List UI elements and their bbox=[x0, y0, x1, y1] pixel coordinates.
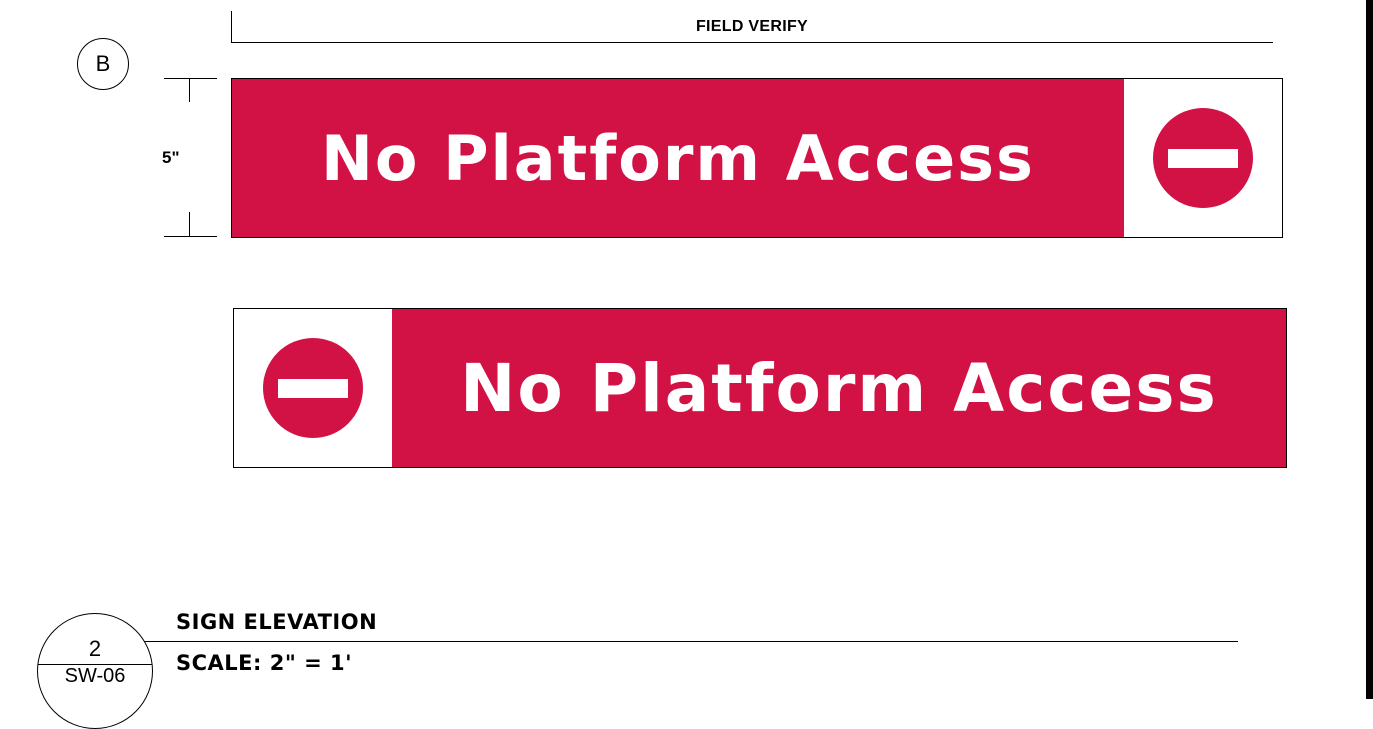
dimension-bottom-tick bbox=[164, 236, 217, 237]
sign-2-text-panel: No Platform Access bbox=[392, 309, 1286, 467]
title-underline bbox=[144, 641, 1238, 642]
detail-marker-label: B bbox=[95, 51, 111, 76]
sign-elevation-1: No Platform Access bbox=[231, 78, 1283, 238]
field-verify-label: FIELD VERIFY bbox=[695, 18, 809, 35]
height-dimension-label: 5" bbox=[162, 148, 180, 167]
sheet-reference: SW-06 bbox=[64, 665, 126, 687]
dimension-top-stub bbox=[189, 78, 190, 102]
sign-2-text: No Platform Access bbox=[460, 349, 1218, 427]
drawing-reference-bubble: 2 SW-06 bbox=[37, 613, 153, 729]
no-entry-icon bbox=[263, 338, 363, 438]
dimension-bottom-stub bbox=[189, 212, 190, 236]
sign-1-icon-panel bbox=[1124, 79, 1282, 237]
drawing-title: SIGN ELEVATION bbox=[176, 610, 378, 634]
sign-2-icon-panel bbox=[234, 309, 392, 467]
dimension-top-tick bbox=[164, 78, 217, 79]
sign-elevation-2: No Platform Access bbox=[233, 308, 1287, 468]
sign-1-text-panel: No Platform Access bbox=[232, 79, 1124, 237]
drawing-scale: SCALE: 2" = 1' bbox=[176, 651, 353, 675]
detail-marker-bubble: B bbox=[77, 38, 129, 90]
no-entry-icon bbox=[1153, 108, 1253, 208]
sign-1-text: No Platform Access bbox=[321, 121, 1035, 195]
sheet-border-right bbox=[1366, 0, 1373, 699]
field-verify-dimension-line bbox=[231, 42, 1273, 43]
drawing-number: 2 bbox=[88, 636, 102, 661]
